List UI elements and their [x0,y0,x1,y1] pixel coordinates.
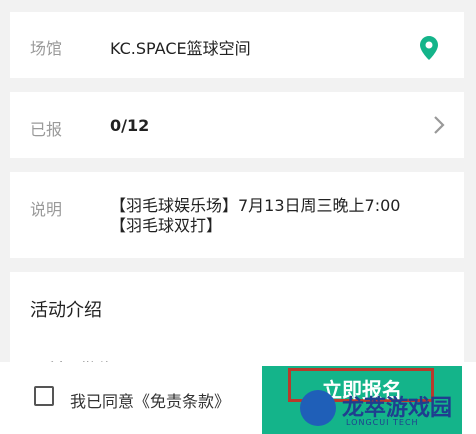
description-line-1: 【羽毛球娱乐场】7月13日周三晚上7:00 [110,196,401,215]
agree-checkbox[interactable] [34,386,54,406]
description-line-2: 【羽毛球双打】 [110,216,223,235]
watermark-logo: 龙萃游戏园 LONGCUI TECH [300,386,470,432]
venue-row[interactable]: 场馆 KC.SPACE篮球空间 [10,12,464,78]
signup-value: 0/12 [110,116,150,135]
signup-count-row[interactable]: 已报 0/12 [10,92,464,158]
venue-value: KC.SPACE篮球空间 [110,39,251,58]
watermark-icon [300,390,336,426]
chevron-right-icon[interactable] [432,114,446,136]
description-label: 说明 [30,200,63,219]
watermark-sub: LONGCUI TECH [346,418,419,427]
signup-label: 已报 [30,120,63,139]
description-value: 【羽毛球娱乐场】7月13日周三晚上7:00 【羽毛球双打】 [110,196,440,236]
description-row: 说明 【羽毛球娱乐场】7月13日周三晚上7:00 【羽毛球双打】 [10,172,464,258]
agree-terms-text[interactable]: 我已同意《免责条款》 [70,388,230,412]
location-pin-icon[interactable] [420,36,438,60]
intro-title: 活动介绍 [30,300,102,321]
venue-label: 场馆 [30,39,63,58]
